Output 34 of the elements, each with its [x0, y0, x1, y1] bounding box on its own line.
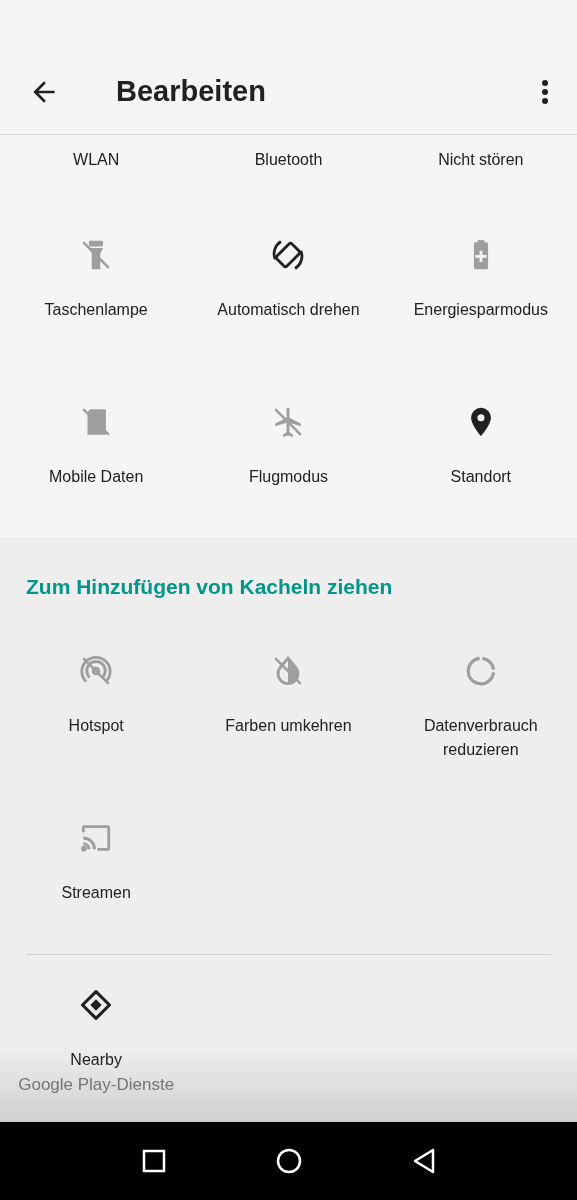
home-icon[interactable] — [275, 1148, 302, 1174]
tile-label: Energiesparmodus — [412, 300, 549, 320]
tile-label: Mobile Daten — [48, 467, 145, 487]
tile-label: Automatisch drehen — [216, 300, 361, 320]
toolbar-title: Bearbeiten — [116, 74, 266, 110]
tile-label: Nicht stören — [438, 150, 524, 170]
tile[interactable]: Bluetooth — [192, 135, 385, 185]
tile-app-label: Google Play-Dienste — [18, 1074, 175, 1096]
tile-label: Flugmodus — [247, 467, 330, 487]
back-icon[interactable] — [411, 1148, 436, 1174]
tile[interactable]: Datenverbrauch reduzieren — [384, 601, 577, 768]
tile-label: Farben umkehren — [224, 716, 353, 736]
section-heading: Zum Hinzufügen von Kacheln ziehen — [26, 574, 394, 600]
tile[interactable]: Streamen — [0, 768, 193, 935]
tile-label: Datenverbrauch reduzieren — [422, 716, 539, 760]
tile[interactable]: Taschenlampe — [0, 185, 193, 352]
tile[interactable]: WLAN — [0, 135, 193, 185]
tile-label: Bluetooth — [254, 150, 323, 170]
more-menu-icon[interactable] — [541, 79, 549, 105]
tile[interactable]: Automatisch drehen — [192, 185, 385, 352]
tile-label: Taschenlampe — [43, 300, 149, 320]
tile[interactable]: Hotspot — [0, 601, 193, 768]
tile[interactable]: Flugmodus — [192, 352, 385, 519]
recents-icon[interactable] — [141, 1149, 166, 1173]
tile[interactable]: Energiesparmodus — [384, 185, 577, 352]
tile[interactable]: Farben umkehren — [192, 601, 385, 768]
tile-label: Standort — [449, 467, 513, 487]
tile-label: WLAN — [73, 150, 120, 170]
tile[interactable]: Mobile Daten — [0, 352, 193, 519]
tile[interactable]: Standort — [384, 352, 577, 519]
tile[interactable]: Nicht stören — [384, 135, 577, 185]
tile-label: Nearby — [69, 1050, 123, 1070]
tile-label: Streamen — [60, 883, 132, 903]
tile-label: Hotspot — [67, 716, 125, 736]
